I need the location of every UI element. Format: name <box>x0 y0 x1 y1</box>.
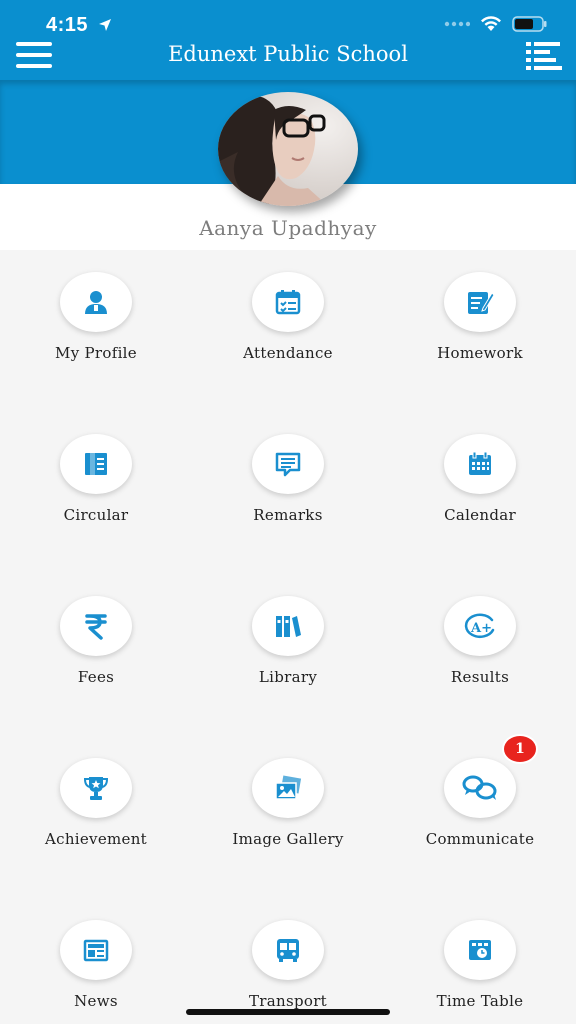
tile-icon-circle <box>444 434 516 494</box>
rupee-icon <box>85 614 107 640</box>
tile-label: Image Gallery <box>232 830 344 848</box>
tile-label: Library <box>258 668 318 686</box>
tile-label: Calendar <box>444 506 516 524</box>
tile-icon-circle <box>444 272 516 332</box>
menu-tile-results[interactable]: A+ Results <box>384 574 576 694</box>
tile-label: Results <box>450 668 510 686</box>
tile-icon-circle <box>60 272 132 332</box>
menu-tile-calendar[interactable]: Calendar <box>384 412 576 532</box>
attendance-icon <box>275 290 301 315</box>
tile-icon-circle <box>444 758 516 818</box>
menu-tile-attendance[interactable]: Attendance <box>192 250 384 370</box>
avatar[interactable] <box>218 92 358 206</box>
tile-icon-circle <box>252 434 324 494</box>
menu-tile-image-gallery[interactable]: Image Gallery <box>192 736 384 856</box>
tile-label: Circular <box>63 506 129 524</box>
results-icon: A+ <box>464 613 495 638</box>
menu-tile-library[interactable]: Library <box>192 574 384 694</box>
tile-label: Achievement <box>44 830 147 848</box>
menu-tile-time-table[interactable]: Time Table <box>384 898 576 1018</box>
tile-icon-circle <box>252 596 324 656</box>
menu-tile-circular[interactable]: Circular <box>0 412 192 532</box>
location-arrow-icon <box>99 19 111 31</box>
tile-icon-circle <box>60 920 132 980</box>
tile-label: Transport <box>248 992 327 1010</box>
remarks-icon <box>275 452 301 477</box>
signal-dots-icon <box>444 21 470 27</box>
status-bar: 4:15 <box>0 0 576 40</box>
wifi-icon <box>481 16 501 31</box>
tile-icon-circle <box>252 758 324 818</box>
tile-label: Fees <box>77 668 115 686</box>
home-indicator[interactable] <box>186 1009 390 1015</box>
battery-icon <box>512 16 547 32</box>
menu-tile-communicate[interactable]: 1 Communicate <box>384 734 576 856</box>
tile-icon-circle <box>60 434 132 494</box>
tile-label: News <box>74 992 118 1010</box>
user-name: Aanya Upadhyay <box>199 216 377 240</box>
tile-icon-circle <box>60 596 132 656</box>
notification-badge: 1 <box>502 734 538 764</box>
library-icon <box>276 616 301 637</box>
avatar-photo <box>218 92 358 206</box>
svg-text:A+: A+ <box>470 621 492 636</box>
tile-label: Communicate <box>425 830 535 848</box>
trophy-icon <box>83 777 109 800</box>
tile-icon-circle <box>252 920 324 980</box>
status-time: 4:15 <box>46 14 89 36</box>
tile-label: Remarks <box>253 506 323 524</box>
tile-label: Time Table <box>436 992 524 1010</box>
calendar-icon <box>469 451 491 475</box>
menu-tile-news[interactable]: News <box>0 898 192 1018</box>
homework-icon <box>468 292 495 314</box>
app-header: Edunext Public School <box>0 40 576 80</box>
gallery-icon <box>275 775 302 800</box>
school-title: Edunext Public School <box>168 42 408 66</box>
news-icon <box>83 939 109 962</box>
tile-icon-circle <box>252 272 324 332</box>
person-icon <box>85 291 107 314</box>
tile-icon-circle <box>60 758 132 818</box>
tile-label: My Profile <box>55 344 137 362</box>
tile-icon-circle: A+ <box>444 596 516 656</box>
list-menu-button[interactable] <box>526 42 562 70</box>
menu-tile-remarks[interactable]: Remarks <box>192 412 384 532</box>
tile-icon-circle <box>444 920 516 980</box>
menu-tile-fees[interactable]: Fees <box>0 574 192 694</box>
list-icon <box>526 42 562 70</box>
menu-tile-achievement[interactable]: Achievement <box>0 736 192 856</box>
menu-tile-homework[interactable]: Homework <box>384 250 576 370</box>
menu-tile-transport[interactable]: Transport <box>192 898 384 1018</box>
timetable-icon <box>469 940 491 960</box>
circular-icon <box>85 453 107 475</box>
chat-icon <box>462 775 497 800</box>
tile-label: Attendance <box>243 344 333 362</box>
menu-tile-my-profile[interactable]: My Profile <box>0 250 192 370</box>
bus-icon <box>277 939 299 962</box>
menu-grid: My Profile Attendance Homework Circular … <box>0 250 576 1024</box>
status-indicators <box>444 16 548 32</box>
tile-label: Homework <box>437 344 523 362</box>
